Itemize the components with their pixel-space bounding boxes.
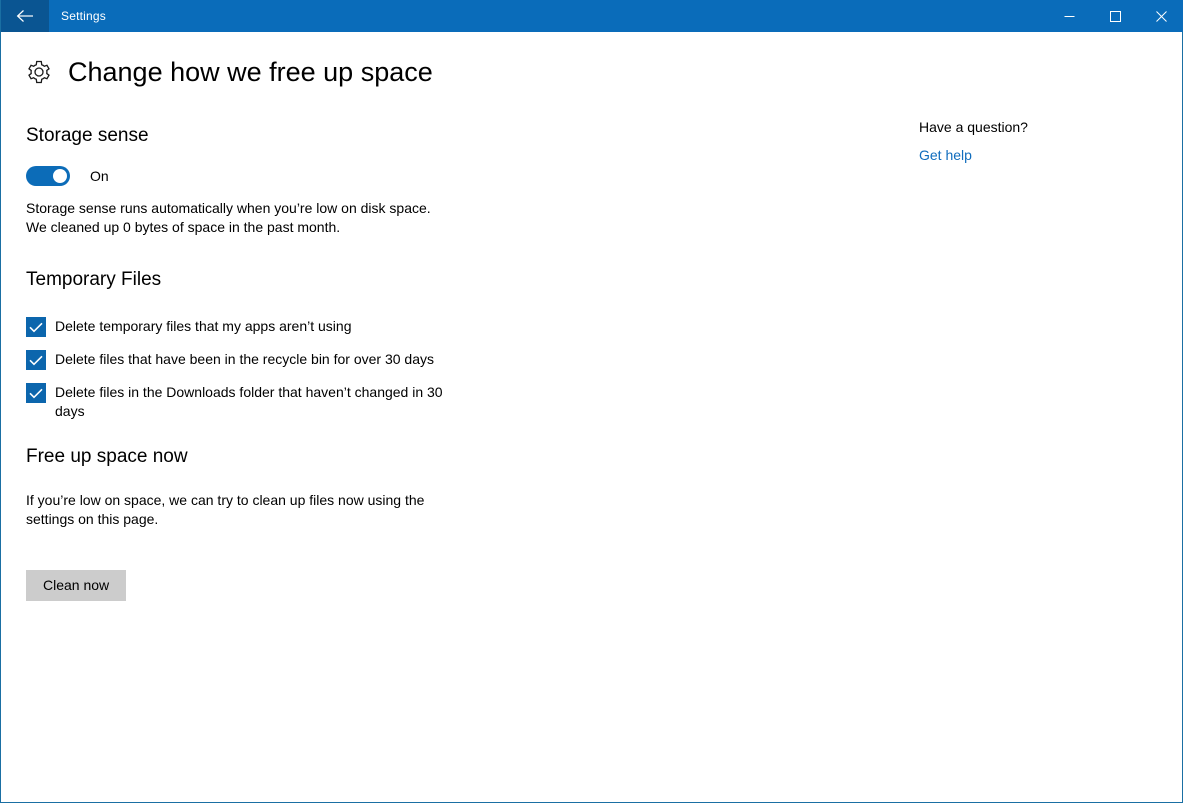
checkbox-temp-files[interactable] [26,317,46,337]
page-header: Change how we free up space [26,56,433,88]
maximize-icon [1109,10,1121,22]
storage-sense-heading: Storage sense [26,125,149,146]
checkbox-label-recycle-bin: Delete files that have been in the recyc… [55,351,434,367]
back-arrow-icon [16,9,34,23]
checkbox-label-downloads: Delete files in the Downloads folder tha… [55,384,443,419]
close-button[interactable] [1138,0,1183,32]
storage-sense-toggle-row: On [26,166,109,186]
clean-now-button[interactable]: Clean now [26,570,127,601]
toggle-knob [53,169,67,183]
storage-sense-description-line1: Storage sense runs automatically when yo… [26,200,431,216]
page-title: Change how we free up space [68,57,433,87]
minimize-button[interactable] [1046,0,1092,32]
close-icon [1155,10,1167,22]
title-bar: Settings [1,0,1183,32]
temporary-files-checkbox-list: Delete temporary files that my apps aren… [26,317,486,434]
free-up-space-description-line2: settings on this page. [26,511,159,527]
window-controls [1046,0,1183,32]
checkbox-label-temp-files: Delete temporary files that my apps aren… [55,318,352,334]
settings-window: Settings Change how we free up space Sto… [0,0,1183,803]
gear-icon [26,59,52,85]
free-up-space-heading: Free up space now [26,446,188,467]
checkbox-row-temp-files[interactable]: Delete temporary files that my apps aren… [26,317,486,337]
get-help-link[interactable]: Get help [919,147,972,163]
checkbox-row-downloads[interactable]: Delete files in the Downloads folder tha… [26,383,486,421]
storage-sense-toggle-label: On [90,167,109,184]
storage-sense-description-line2: We cleaned up 0 bytes of space in the pa… [26,219,341,235]
minimize-icon [1064,11,1075,22]
checkbox-downloads[interactable] [26,383,46,403]
help-panel: Have a question? Get help [919,118,1028,165]
maximize-button[interactable] [1092,0,1138,32]
checkbox-row-recycle-bin[interactable]: Delete files that have been in the recyc… [26,350,486,370]
check-icon [29,388,43,399]
app-title: Settings [61,9,106,23]
checkbox-recycle-bin[interactable] [26,350,46,370]
back-button[interactable] [1,0,49,32]
page-content: Change how we free up space Storage sens… [1,32,1182,801]
check-icon [29,322,43,333]
free-up-space-description-line1: If you’re low on space, we can try to cl… [26,492,425,508]
check-icon [29,355,43,366]
storage-sense-toggle[interactable] [26,166,70,186]
help-question: Have a question? [919,119,1028,135]
temporary-files-heading: Temporary Files [26,269,162,290]
